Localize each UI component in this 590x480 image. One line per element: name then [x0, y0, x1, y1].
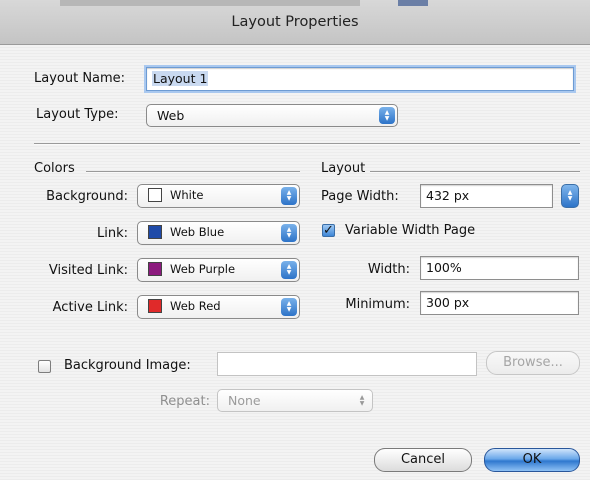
window-title: Layout Properties	[231, 14, 359, 30]
visited-link-color-label: Visited Link:	[48, 263, 128, 278]
minimum-field[interactable]: 300 px	[420, 291, 579, 315]
background-color-label: Background:	[46, 189, 128, 204]
page-width-field[interactable]: 432 px	[420, 184, 553, 208]
up-down-arrows-icon: ▲ ▼	[379, 107, 395, 124]
title-bar: Layout Properties	[0, 0, 590, 45]
page-width-label: Page Width:	[321, 189, 399, 204]
ok-button[interactable]: OK	[484, 448, 580, 472]
cancel-button[interactable]: Cancel	[374, 448, 472, 472]
link-color-popup[interactable]: Web Blue ▲ ▼	[137, 221, 300, 245]
repeat-popup[interactable]: None ▲ ▼	[217, 389, 373, 412]
layout-type-popup[interactable]: Web ▲ ▼	[146, 104, 398, 127]
width-field[interactable]: 100%	[420, 256, 579, 280]
up-down-arrows-icon: ▲ ▼	[359, 393, 365, 407]
active-link-color-popup[interactable]: Web Red ▲ ▼	[137, 295, 300, 319]
repeat-value: None	[228, 393, 261, 408]
layout-type-value: Web	[157, 108, 185, 123]
separator	[34, 143, 580, 145]
layout-section-label: Layout	[321, 161, 366, 176]
checkmark-icon: ✓	[323, 223, 334, 238]
up-down-arrows-icon: ▲ ▼	[281, 298, 297, 316]
down-arrow-icon: ▼	[567, 195, 573, 202]
layout-name-value: Layout 1	[152, 71, 209, 86]
title-bar-decoration	[60, 0, 360, 6]
page-width-value: 432 px	[426, 188, 470, 203]
background-color-value: White	[170, 188, 204, 202]
link-color-swatch	[148, 225, 162, 239]
browse-button[interactable]: Browse...	[486, 351, 580, 375]
colors-section-label: Colors	[34, 161, 75, 176]
background-image-path-field[interactable]	[217, 352, 477, 376]
up-down-arrows-icon: ▲ ▼	[281, 187, 297, 205]
layout-name-label: Layout Name:	[34, 71, 126, 86]
background-color-swatch	[148, 188, 162, 202]
variable-width-checkbox[interactable]: ✓	[322, 224, 335, 237]
up-down-arrows-icon: ▲ ▼	[281, 261, 297, 279]
visited-link-color-swatch	[148, 262, 162, 276]
background-color-popup[interactable]: White ▲ ▼	[137, 184, 300, 208]
link-color-label: Link:	[96, 226, 128, 241]
layout-name-field[interactable]: Layout 1	[146, 67, 574, 91]
colors-section-rule	[86, 171, 300, 173]
active-link-color-value: Web Red	[170, 299, 221, 313]
page-width-stepper[interactable]: ▲ ▼	[561, 184, 579, 208]
width-label: Width:	[367, 262, 410, 277]
visited-link-color-value: Web Purple	[170, 262, 236, 276]
active-link-color-label: Active Link:	[52, 300, 128, 315]
up-down-arrows-icon: ▲ ▼	[281, 224, 297, 242]
repeat-label: Repeat:	[159, 394, 210, 409]
minimum-value: 300 px	[426, 295, 470, 310]
visited-link-color-popup[interactable]: Web Purple ▲ ▼	[137, 258, 300, 282]
layout-type-label: Layout Type:	[36, 107, 119, 122]
width-value: 100%	[426, 260, 462, 275]
variable-width-label: Variable Width Page	[345, 223, 476, 238]
layout-section-rule	[370, 171, 580, 173]
active-link-color-swatch	[148, 299, 162, 313]
link-color-value: Web Blue	[170, 225, 225, 239]
minimum-label: Minimum:	[345, 297, 410, 312]
background-image-checkbox[interactable]	[38, 360, 51, 373]
title-bar-decoration	[398, 0, 428, 6]
background-image-label: Background Image:	[64, 358, 191, 373]
